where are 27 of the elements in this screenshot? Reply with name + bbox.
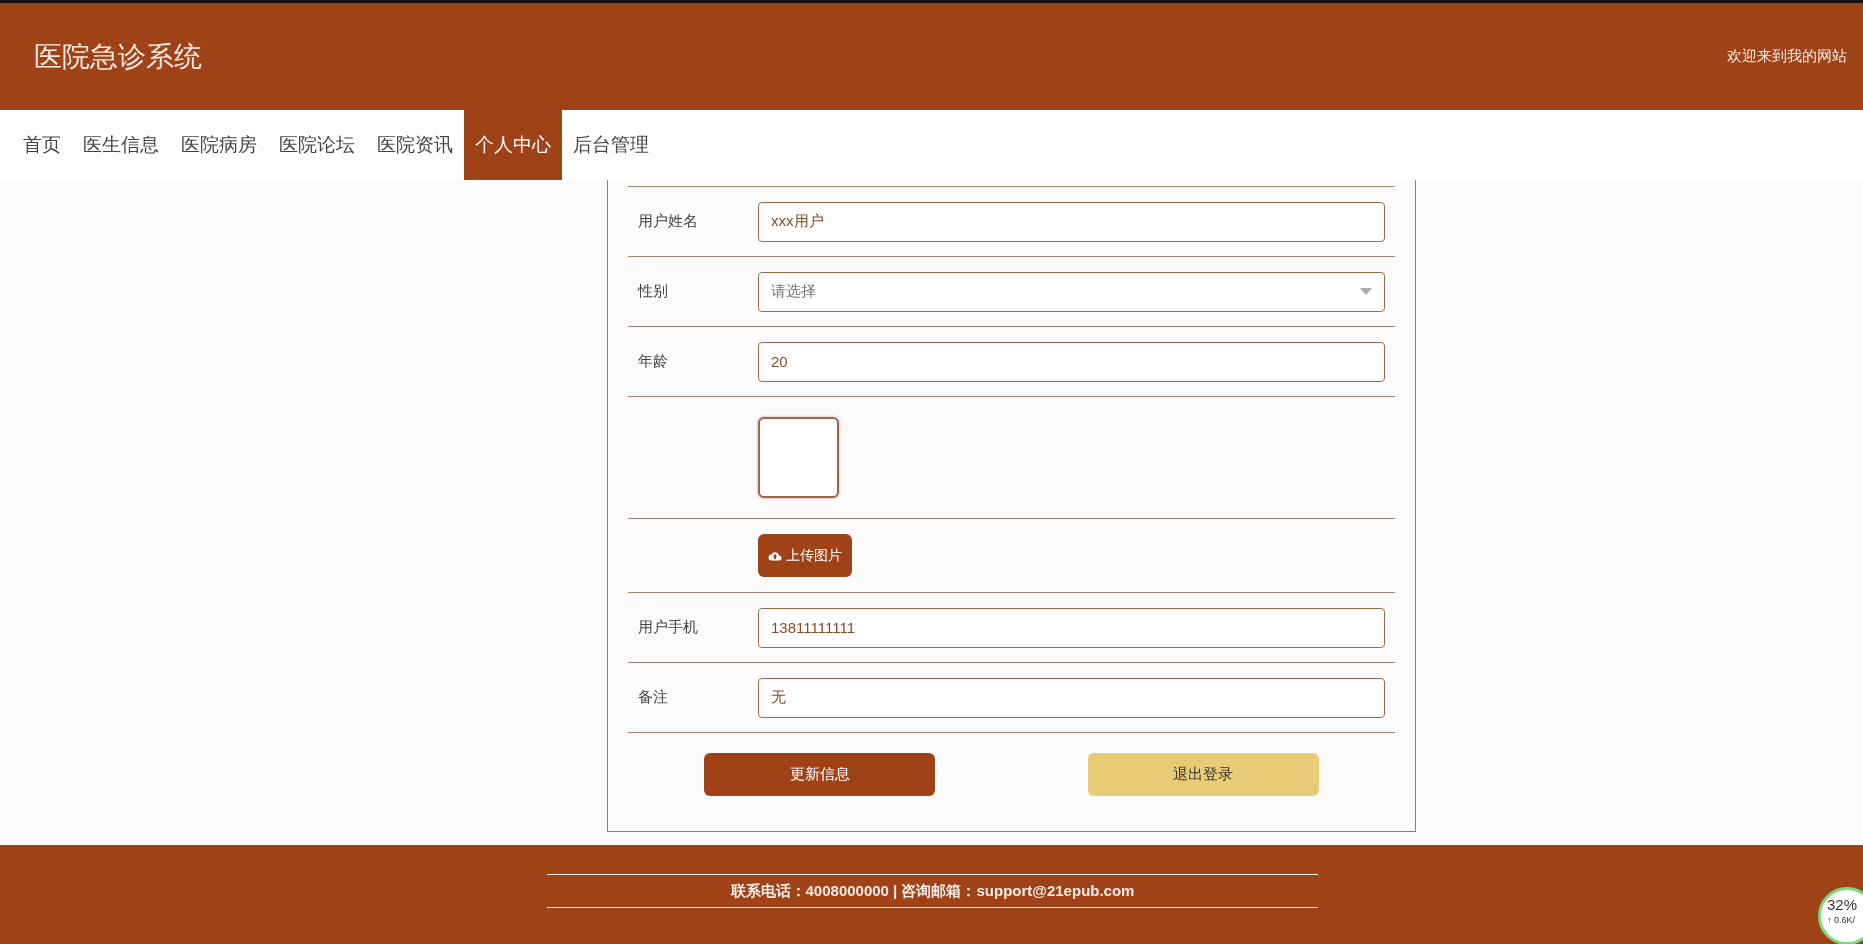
percent-text: 32% bbox=[1827, 896, 1858, 914]
rate-text: ↑ 0.6K/ bbox=[1827, 914, 1855, 927]
field-label: 备注 bbox=[638, 688, 668, 706]
nav-tab[interactable]: 个人中心 bbox=[464, 110, 562, 180]
nav-tab[interactable]: 后台管理 bbox=[562, 110, 660, 180]
input-field[interactable]: 13811111111 bbox=[758, 607, 1385, 648]
nav-tab[interactable]: 首页 bbox=[12, 110, 72, 180]
update-button[interactable]: 更新信息 bbox=[704, 753, 936, 796]
welcome-text: 欢迎来到我的网站 bbox=[1727, 46, 1847, 67]
site-title: 医院急诊系统 bbox=[34, 39, 202, 74]
caret-icon bbox=[1360, 288, 1372, 295]
field-label: 用户手机 bbox=[638, 618, 698, 636]
logout-button[interactable]: 退出登录 bbox=[1087, 753, 1319, 796]
gender-select[interactable]: 请选择 bbox=[758, 271, 1385, 312]
input-field[interactable]: 无 bbox=[758, 677, 1385, 718]
nav-tab[interactable]: 医生信息 bbox=[72, 110, 170, 180]
field-label: 用户姓名 bbox=[638, 212, 698, 230]
input-field[interactable]: xxx用户 bbox=[758, 201, 1385, 242]
nav-tab[interactable]: 医院资讯 bbox=[366, 110, 464, 180]
input-field[interactable]: 20 bbox=[758, 341, 1385, 382]
field-label: 年龄 bbox=[638, 352, 668, 370]
field-label: 性别 bbox=[638, 282, 668, 300]
nav-tab[interactable]: 医院病房 bbox=[170, 110, 268, 180]
contact-text: 联系电话：4008000000 | 咨询邮箱：support@21epub.com bbox=[730, 880, 1135, 901]
nav-tab[interactable]: 医院论坛 bbox=[268, 110, 366, 180]
upload-button[interactable]: 上传图片 bbox=[758, 534, 852, 577]
cloud-upload-icon bbox=[768, 550, 782, 561]
